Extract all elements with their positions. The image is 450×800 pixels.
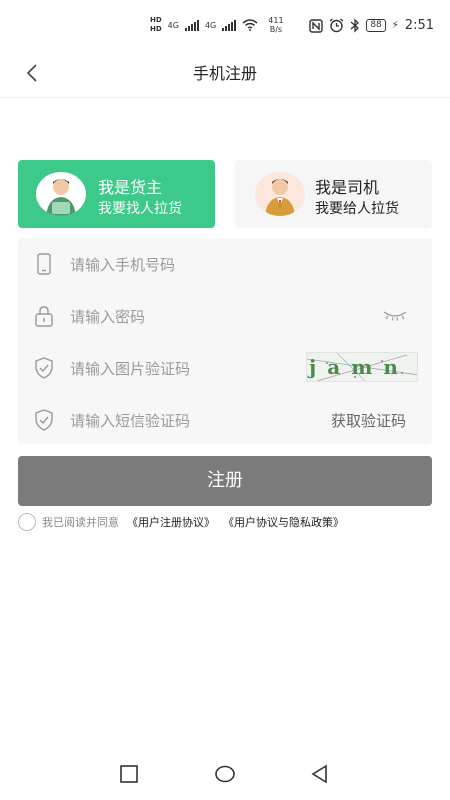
eye-closed-icon[interactable] bbox=[382, 308, 408, 322]
system-nav-bar bbox=[0, 750, 450, 800]
signal-icon-2 bbox=[222, 19, 237, 31]
driver-avatar bbox=[255, 172, 305, 216]
net-speed-unit: B/s bbox=[269, 25, 283, 34]
wifi-icon bbox=[242, 19, 258, 31]
captcha-image[interactable]: jamn bbox=[306, 352, 418, 382]
bluetooth-icon bbox=[350, 18, 360, 33]
password-placeholder: 请输入密码 bbox=[70, 308, 146, 326]
sms-placeholder: 请输入短信验证码 bbox=[70, 412, 191, 430]
register-form: 请输入手机号码 请输入密码 请输入图片验证码 jamn 请输入短信验证码 获取验… bbox=[18, 238, 432, 444]
shipper-avatar bbox=[36, 172, 86, 216]
shipper-subtitle: 我要找人拉货 bbox=[98, 201, 182, 217]
header: 手机注册 bbox=[0, 50, 450, 98]
shipper-title: 我是货主 bbox=[98, 178, 163, 197]
lock-icon bbox=[35, 306, 53, 327]
page-title: 手机注册 bbox=[192, 64, 257, 83]
sms-code-field[interactable]: 请输入短信验证码 获取验证码 bbox=[18, 394, 432, 446]
shield-check-icon bbox=[35, 409, 53, 431]
net-speed: 411 B/s bbox=[268, 16, 283, 34]
network-type-1: 4G bbox=[167, 20, 179, 30]
phone-icon bbox=[37, 253, 51, 275]
hd-label-1: HD bbox=[150, 16, 162, 24]
driver-title: 我是司机 bbox=[315, 178, 380, 197]
charging-icon: ⚡ bbox=[391, 20, 399, 31]
hd-label-2: HD bbox=[150, 25, 162, 33]
recents-icon[interactable] bbox=[119, 764, 139, 784]
nfc-icon bbox=[309, 18, 324, 33]
network-type-2: 4G bbox=[204, 20, 217, 30]
get-code-button[interactable]: 获取验证码 bbox=[331, 410, 406, 431]
phone-field[interactable]: 请输入手机号码 bbox=[18, 238, 432, 290]
status-left: HD HD 4G 4G 411 B/s bbox=[150, 16, 284, 34]
agree-checkbox[interactable] bbox=[18, 513, 36, 531]
agreement-row: 我已阅读并同意 《用户注册协议》 《用户协议与隐私政策》 bbox=[18, 512, 438, 532]
status-bar: HD HD 4G 4G 411 B/s 88 ⚡ 2:51 bbox=[0, 0, 450, 50]
hd-indicator: HD HD bbox=[150, 16, 162, 34]
home-icon[interactable] bbox=[214, 764, 236, 784]
captcha-placeholder: 请输入图片验证码 bbox=[70, 360, 191, 378]
shield-check-icon bbox=[35, 357, 53, 379]
role-card-shipper[interactable]: 我是货主 我要找人拉货 bbox=[18, 160, 215, 228]
net-speed-value: 411 bbox=[268, 16, 284, 25]
register-button[interactable]: 注册 bbox=[18, 456, 432, 506]
driver-subtitle: 我要给人拉货 bbox=[315, 201, 399, 217]
captcha-text: jamn bbox=[309, 355, 409, 379]
battery-level: 88 bbox=[366, 19, 386, 32]
clock: 2:51 bbox=[404, 18, 434, 33]
agreement-prefix: 我已阅读并同意 bbox=[42, 516, 119, 529]
user-registration-agreement-link[interactable]: 《用户注册协议》 bbox=[127, 514, 215, 530]
password-field[interactable]: 请输入密码 bbox=[18, 290, 432, 342]
back-nav-icon[interactable] bbox=[310, 764, 330, 784]
alarm-icon bbox=[329, 18, 344, 33]
signal-icon bbox=[184, 19, 199, 31]
status-right: 88 ⚡ 2:51 bbox=[309, 18, 434, 33]
phone-placeholder: 请输入手机号码 bbox=[70, 256, 176, 274]
role-card-driver[interactable]: 我是司机 我要给人拉货 bbox=[235, 160, 432, 228]
privacy-policy-link[interactable]: 《用户协议与隐私政策》 bbox=[223, 514, 344, 530]
captcha-field[interactable]: 请输入图片验证码 jamn bbox=[18, 342, 432, 394]
